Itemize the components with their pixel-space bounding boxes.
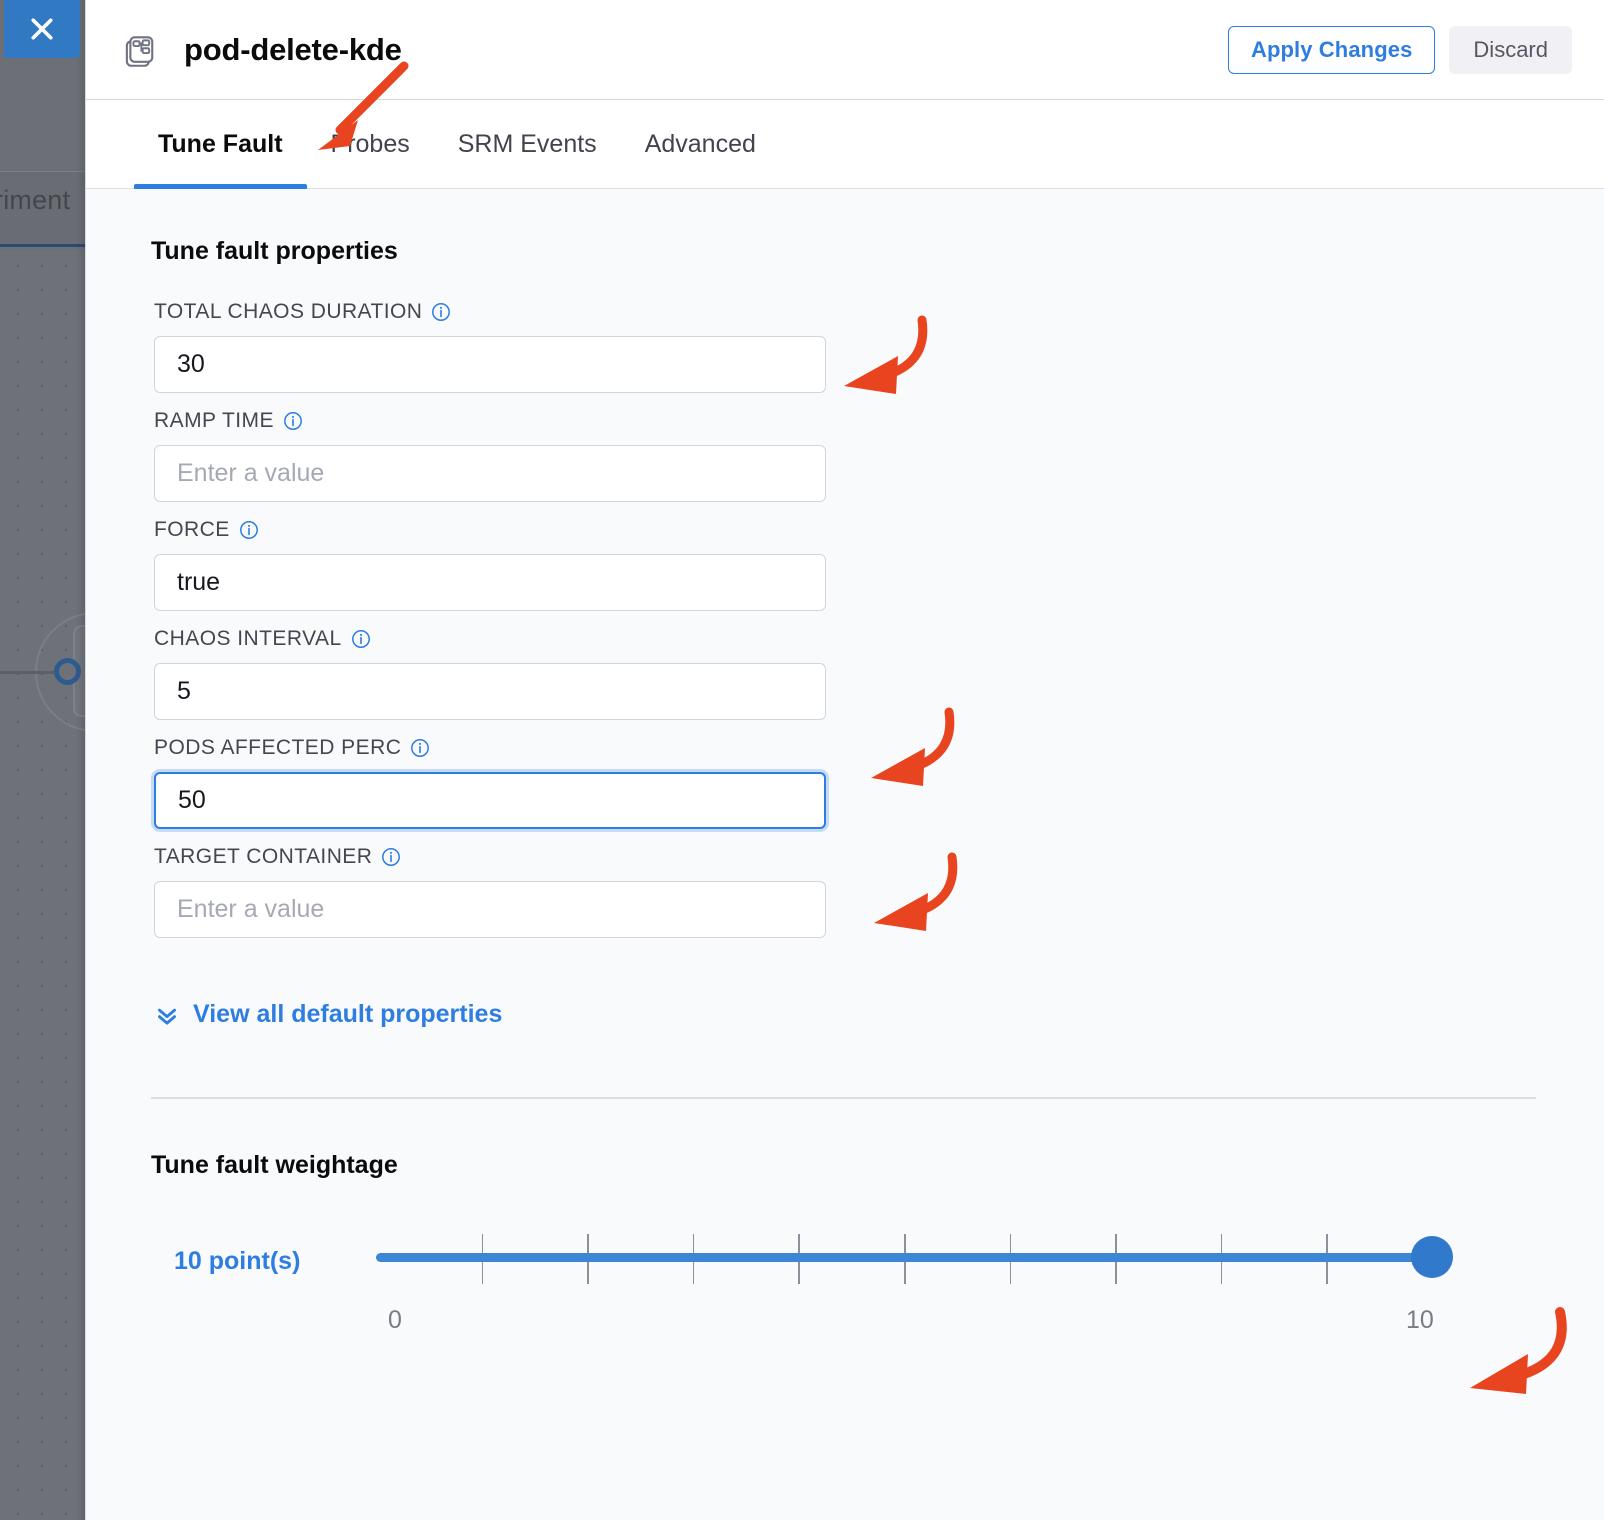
page-title: pod-delete-kde bbox=[184, 31, 402, 67]
tune-fault-properties-form: TOTAL CHAOS DURATION RAMP TIME bbox=[86, 300, 1604, 1033]
weightage-points-label: 10 point(s) bbox=[174, 1247, 301, 1275]
tune-fault-properties-heading: Tune fault properties bbox=[151, 237, 398, 265]
header-actions: Apply Changes Discard bbox=[1227, 25, 1572, 74]
tab-tune-fault[interactable]: Tune Fault bbox=[134, 100, 307, 189]
chaos-fault-icon bbox=[125, 35, 154, 67]
view-all-default-properties-button[interactable]: View all default properties bbox=[154, 1000, 502, 1029]
weightage-slider-row: 10 point(s) bbox=[86, 1222, 1604, 1302]
field-ramp-time: RAMP TIME bbox=[154, 409, 1604, 502]
label-ramp-time-text: RAMP TIME bbox=[154, 409, 274, 432]
input-total-chaos-duration[interactable] bbox=[154, 336, 826, 393]
backdrop-breadcrumb-text: riment bbox=[0, 185, 71, 215]
view-all-default-properties-label: View all default properties bbox=[193, 1000, 503, 1028]
input-ramp-time[interactable] bbox=[154, 445, 826, 502]
info-icon[interactable] bbox=[431, 302, 451, 322]
field-total-chaos-duration: TOTAL CHAOS DURATION bbox=[154, 300, 1604, 393]
section-divider bbox=[151, 1096, 1536, 1099]
input-force[interactable] bbox=[154, 554, 826, 611]
field-target-container: TARGET CONTAINER bbox=[154, 845, 1604, 938]
tab-probes[interactable]: Probes bbox=[307, 100, 434, 188]
discard-button[interactable]: Discard bbox=[1449, 25, 1572, 74]
input-chaos-interval[interactable] bbox=[154, 663, 826, 720]
info-icon[interactable] bbox=[239, 520, 259, 540]
tab-srm-events[interactable]: SRM Events bbox=[434, 100, 621, 188]
label-target-container-text: TARGET CONTAINER bbox=[154, 845, 373, 868]
label-chaos-interval: CHAOS INTERVAL bbox=[154, 627, 1604, 651]
label-pods-affected-perc-text: PODS AFFECTED PERC bbox=[154, 736, 402, 759]
dimmed-backdrop: riment bbox=[0, 0, 90, 1520]
panel-header: pod-delete-kde Apply Changes Discard bbox=[86, 0, 1604, 100]
fault-config-panel: pod-delete-kde Apply Changes Discard Tun… bbox=[85, 0, 1604, 1520]
weightage-scale-min: 0 bbox=[388, 1305, 402, 1334]
weightage-slider[interactable] bbox=[376, 1222, 1453, 1302]
close-panel-button[interactable] bbox=[4, 0, 80, 58]
label-pods-affected-perc: PODS AFFECTED PERC bbox=[154, 736, 1604, 760]
field-chaos-interval: CHAOS INTERVAL bbox=[154, 627, 1604, 720]
info-icon[interactable] bbox=[351, 629, 371, 649]
weightage-scale-row: 0 10 bbox=[86, 1302, 1604, 1346]
info-icon[interactable] bbox=[410, 738, 430, 758]
tune-fault-weightage-heading: Tune fault weightage bbox=[151, 1150, 398, 1179]
weightage-scale: 0 10 bbox=[376, 1306, 1436, 1346]
info-icon[interactable] bbox=[283, 411, 303, 431]
tab-bar: Tune Fault Probes SRM Events Advanced bbox=[86, 100, 1604, 189]
label-target-container: TARGET CONTAINER bbox=[154, 845, 1604, 869]
app-root: riment pod-delete-kde Apply Changes Disc… bbox=[0, 0, 1604, 1520]
label-total-chaos-duration: TOTAL CHAOS DURATION bbox=[154, 300, 1604, 324]
label-chaos-interval-text: CHAOS INTERVAL bbox=[154, 627, 342, 650]
label-total-chaos-duration-text: TOTAL CHAOS DURATION bbox=[154, 300, 423, 323]
field-pods-affected-perc: PODS AFFECTED PERC bbox=[154, 736, 1604, 829]
label-force: FORCE bbox=[154, 518, 1604, 542]
weightage-slider-thumb[interactable] bbox=[1411, 1235, 1453, 1278]
field-force: FORCE bbox=[154, 518, 1604, 611]
input-target-container[interactable] bbox=[154, 881, 826, 938]
tab-advanced[interactable]: Advanced bbox=[621, 100, 780, 188]
chevron-double-down-icon bbox=[158, 1008, 176, 1025]
input-pods-affected-perc[interactable] bbox=[154, 772, 826, 829]
label-ramp-time: RAMP TIME bbox=[154, 409, 1604, 433]
label-force-text: FORCE bbox=[154, 518, 230, 541]
close-icon bbox=[31, 18, 53, 40]
weightage-slider-track[interactable] bbox=[376, 1252, 1432, 1262]
panel-body: Tune fault properties TOTAL CHAOS DURATI… bbox=[86, 189, 1604, 1520]
backdrop-node-connector bbox=[0, 671, 62, 674]
info-icon[interactable] bbox=[381, 847, 401, 867]
weightage-scale-max: 10 bbox=[1406, 1305, 1434, 1334]
apply-changes-button[interactable]: Apply Changes bbox=[1227, 25, 1436, 74]
